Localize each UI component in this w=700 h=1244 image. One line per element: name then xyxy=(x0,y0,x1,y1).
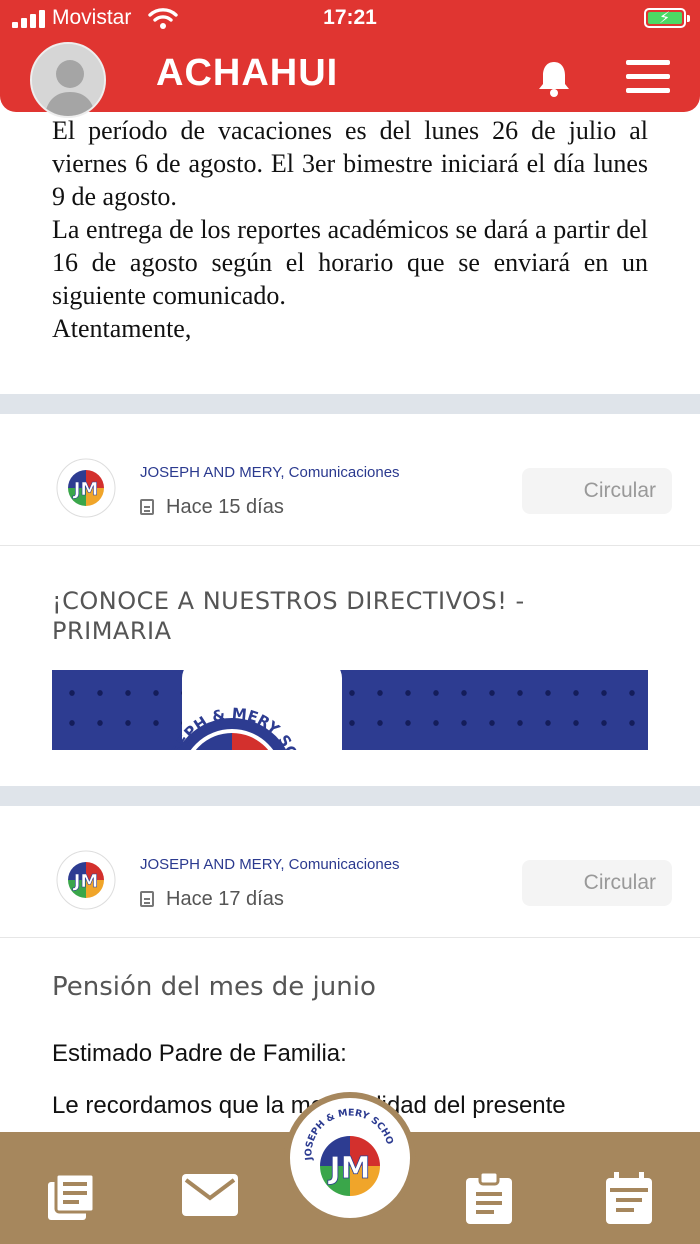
calendar-small-icon xyxy=(140,499,154,515)
status-bar: Movistar 17:21 ⚡ xyxy=(0,0,700,38)
battery-icon: ⚡ xyxy=(644,8,690,28)
mail-icon[interactable] xyxy=(182,1172,238,1218)
clipboard-icon[interactable] xyxy=(466,1172,512,1224)
svg-text:JM: JM xyxy=(72,871,99,892)
bell-icon[interactable] xyxy=(534,58,574,98)
app-header: Movistar 17:21 ⚡ ACHAHUI xyxy=(0,0,700,118)
post-closing: Atentamente, xyxy=(52,314,192,343)
post-banner-image[interactable]: JOSEPH & MERY SCHOOL xyxy=(52,670,648,750)
banner-school-logo: JOSEPH & MERY SCHOOL xyxy=(112,690,301,750)
app-title: ACHAHUI xyxy=(156,52,339,94)
school-logo-icon: JM xyxy=(56,458,116,518)
post-header[interactable]: JM JOSEPH AND MERY, Comunicaciones Hace … xyxy=(0,414,700,546)
calendar-small-icon xyxy=(140,891,154,907)
post-date-row: Hace 17 días xyxy=(140,888,284,911)
school-logo-button[interactable]: JOSEPH & MERY SCHOOL JM xyxy=(284,1092,416,1224)
status-time: 17:21 xyxy=(323,6,377,29)
post-paragraph: El período de vacaciones es del lunes 26… xyxy=(52,116,648,211)
post-body: El período de vacaciones es del lunes 26… xyxy=(52,114,648,345)
news-icon[interactable] xyxy=(46,1172,96,1222)
category-tag[interactable]: Circular xyxy=(522,468,672,514)
category-tag[interactable]: Circular xyxy=(522,860,672,906)
card-divider xyxy=(0,786,700,806)
card-divider xyxy=(0,394,700,414)
calendar-icon[interactable] xyxy=(606,1172,652,1224)
post-paragraph: La entrega de los reportes académicos se… xyxy=(52,215,648,310)
svg-text:JM: JM xyxy=(327,1151,370,1186)
post-source[interactable]: JOSEPH AND MERY, Comunicaciones xyxy=(140,464,400,481)
post-source[interactable]: JOSEPH AND MERY, Comunicaciones xyxy=(140,856,400,873)
post-header[interactable]: JM JOSEPH AND MERY, Comunicaciones Hace … xyxy=(0,806,700,938)
svg-text:JM: JM xyxy=(72,479,99,500)
post-date: Hace 15 días xyxy=(166,496,284,518)
post-date: Hace 17 días xyxy=(166,888,284,910)
post-greeting: Estimado Padre de Familia: xyxy=(52,1040,347,1067)
post-title[interactable]: ¡CONOCE A NUESTROS DIRECTIVOS! - PRIMARI… xyxy=(52,586,652,646)
post-title[interactable]: Pensión del mes de junio xyxy=(52,972,376,1002)
user-avatar-icon[interactable] xyxy=(30,42,106,118)
post-date-row: Hace 15 días xyxy=(140,496,284,519)
hamburger-menu-icon[interactable] xyxy=(626,60,670,94)
school-logo-icon: JM xyxy=(56,850,116,910)
